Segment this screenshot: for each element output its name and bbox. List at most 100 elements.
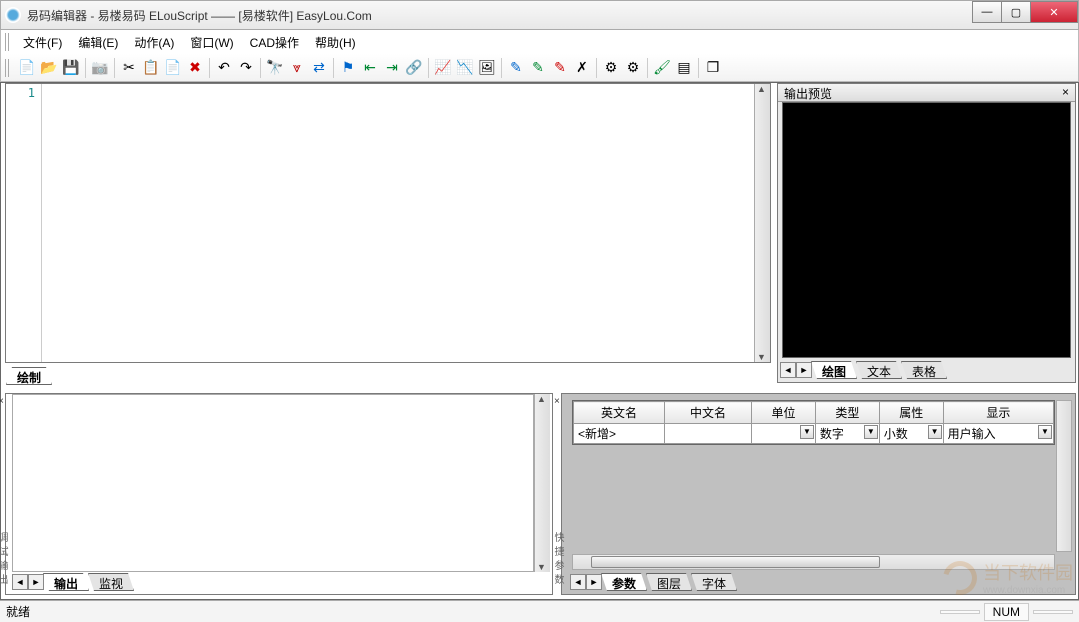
cut-icon[interactable]: ✂ <box>119 58 139 78</box>
output-close-icon[interactable]: × <box>0 396 4 407</box>
col-en[interactable]: 英文名 <box>574 402 665 424</box>
param-table: 英文名 中文名 单位 类型 属性 显示 <新增> ▼ 数字▼ 小数▼ 用户输入▼ <box>572 400 1055 445</box>
doc-icon[interactable]: ▤ <box>674 58 694 78</box>
minimize-button[interactable]: — <box>972 1 1002 23</box>
col-type[interactable]: 类型 <box>815 402 879 424</box>
dropdown-icon[interactable]: ▼ <box>1038 425 1052 439</box>
output-text[interactable] <box>12 394 534 572</box>
bookmark-icon[interactable]: ⚑ <box>338 58 358 78</box>
param-tab-next-icon[interactable]: ► <box>586 574 602 590</box>
find-icon[interactable]: 🔭 <box>265 58 285 78</box>
redo-icon[interactable]: ↷ <box>236 58 256 78</box>
window-title: 易码编辑器 - 易楼易码 ELouScript —— [易楼软件] EasyLo… <box>27 7 1074 24</box>
cell-cn[interactable] <box>664 424 751 444</box>
param-header-row: 英文名 中文名 单位 类型 属性 显示 <box>574 402 1054 424</box>
tab-prev-icon[interactable]: ◄ <box>780 362 796 378</box>
brush-icon[interactable]: 🖌 <box>652 58 672 78</box>
tab-output[interactable]: 输出 <box>43 573 89 591</box>
preview-tabs: ◄ ► 绘图 文本 表格 <box>780 360 1073 380</box>
tab-watch[interactable]: 监视 <box>88 573 134 591</box>
replace-icon[interactable]: ⇄ <box>309 58 329 78</box>
status-bar: 就绪 NUM <box>0 600 1079 622</box>
paste-icon[interactable]: 📄 <box>163 58 183 78</box>
chart-icon[interactable]: 📈 <box>433 58 453 78</box>
pen-blue-icon[interactable]: ✎ <box>506 58 526 78</box>
pen-red-icon[interactable]: ✎ <box>550 58 570 78</box>
cell-show[interactable]: 用户输入▼ <box>943 424 1053 444</box>
window-icon[interactable]: ❐ <box>703 58 723 78</box>
status-ready: 就绪 <box>6 603 30 620</box>
preview-close-icon[interactable]: × <box>1062 85 1069 100</box>
gear-icon[interactable]: ⚙ <box>601 58 621 78</box>
tab-next-icon[interactable]: ► <box>796 362 812 378</box>
col-unit[interactable]: 单位 <box>752 402 816 424</box>
output-tab-next-icon[interactable]: ► <box>28 574 44 590</box>
toolbar-grip[interactable] <box>5 59 11 77</box>
save-icon[interactable]: 💾 <box>61 58 81 78</box>
cell-attr[interactable]: 小数▼ <box>879 424 943 444</box>
menu-action[interactable]: 动作(A) <box>126 32 182 53</box>
indent-icon[interactable]: ⇥ <box>382 58 402 78</box>
preview-title-text: 输出预览 <box>784 85 832 100</box>
app-icon <box>5 7 21 23</box>
main-area: 1 绘制 输出预览 × ◄ ► 绘图 文本 表格 × 调试输出 ◄ ► 输出 监… <box>0 82 1079 600</box>
dropdown-icon[interactable]: ▼ <box>864 425 878 439</box>
col-attr[interactable]: 属性 <box>879 402 943 424</box>
tab-font[interactable]: 字体 <box>691 573 737 591</box>
camera-icon[interactable]: 📷 <box>90 58 110 78</box>
chart2-icon[interactable]: 📉 <box>455 58 475 78</box>
menu-grip[interactable] <box>5 33 11 51</box>
tab-draw[interactable]: 绘制 <box>6 367 52 385</box>
tab-param[interactable]: 参数 <box>601 573 647 591</box>
status-cell-1 <box>940 610 980 614</box>
find-next-icon[interactable]: ⩔ <box>287 58 307 78</box>
output-tab-prev-icon[interactable]: ◄ <box>12 574 28 590</box>
maximize-button[interactable]: ▢ <box>1001 1 1031 23</box>
tab-preview-text[interactable]: 文本 <box>856 361 902 379</box>
menu-edit[interactable]: 编辑(E) <box>70 32 126 53</box>
dropdown-icon[interactable]: ▼ <box>800 425 814 439</box>
tab-preview-table[interactable]: 表格 <box>901 361 947 379</box>
line-number: 1 <box>28 86 35 100</box>
cell-unit[interactable]: ▼ <box>752 424 816 444</box>
param-scrollbar-h[interactable] <box>572 554 1055 570</box>
preview-panel: 输出预览 × ◄ ► 绘图 文本 表格 <box>777 83 1076 383</box>
close-button[interactable]: ✕ <box>1030 1 1078 23</box>
editor-scrollbar[interactable] <box>754 84 770 362</box>
delete-icon[interactable]: ✖ <box>185 58 205 78</box>
output-side-label: 调试输出 <box>0 532 9 588</box>
menu-file[interactable]: 文件(F) <box>15 32 70 53</box>
title-bar: 易码编辑器 - 易楼易码 ELouScript —— [易楼软件] EasyLo… <box>0 0 1079 30</box>
dropdown-icon[interactable]: ▼ <box>928 425 942 439</box>
param-scrollbar-v[interactable] <box>1056 400 1072 552</box>
editor-tabs: 绘制 <box>7 365 52 385</box>
cell-type[interactable]: 数字▼ <box>815 424 879 444</box>
undo-icon[interactable]: ↶ <box>214 58 234 78</box>
gear2-icon[interactable]: ⚙ <box>623 58 643 78</box>
tab-layer[interactable]: 图层 <box>646 573 692 591</box>
output-scrollbar[interactable] <box>534 394 550 572</box>
outdent-icon[interactable]: ⇤ <box>360 58 380 78</box>
menu-help[interactable]: 帮助(H) <box>307 32 364 53</box>
cell-en[interactable]: <新增> <box>574 424 665 444</box>
link-icon[interactable]: 🔗 <box>404 58 424 78</box>
code-input[interactable] <box>42 84 754 362</box>
menu-window[interactable]: 窗口(W) <box>182 32 241 53</box>
new-icon[interactable]: 📄 <box>17 58 37 78</box>
preview-canvas[interactable] <box>782 102 1071 358</box>
pen-x-icon[interactable]: ✗ <box>572 58 592 78</box>
image-icon[interactable]: 🖼 <box>477 58 497 78</box>
pen-green-icon[interactable]: ✎ <box>528 58 548 78</box>
col-cn[interactable]: 中文名 <box>664 402 751 424</box>
copy-icon[interactable]: 📋 <box>141 58 161 78</box>
menu-cad[interactable]: CAD操作 <box>242 32 307 53</box>
scroll-thumb[interactable] <box>591 556 880 568</box>
param-row-new[interactable]: <新增> ▼ 数字▼ 小数▼ 用户输入▼ <box>574 424 1054 444</box>
open-icon[interactable]: 📂 <box>39 58 59 78</box>
param-tab-prev-icon[interactable]: ◄ <box>570 574 586 590</box>
output-panel: × 调试输出 ◄ ► 输出 监视 <box>5 393 553 595</box>
param-close-icon[interactable]: × <box>554 396 560 407</box>
col-show[interactable]: 显示 <box>943 402 1053 424</box>
tab-preview-draw[interactable]: 绘图 <box>811 361 857 379</box>
status-cell-3 <box>1033 610 1073 614</box>
